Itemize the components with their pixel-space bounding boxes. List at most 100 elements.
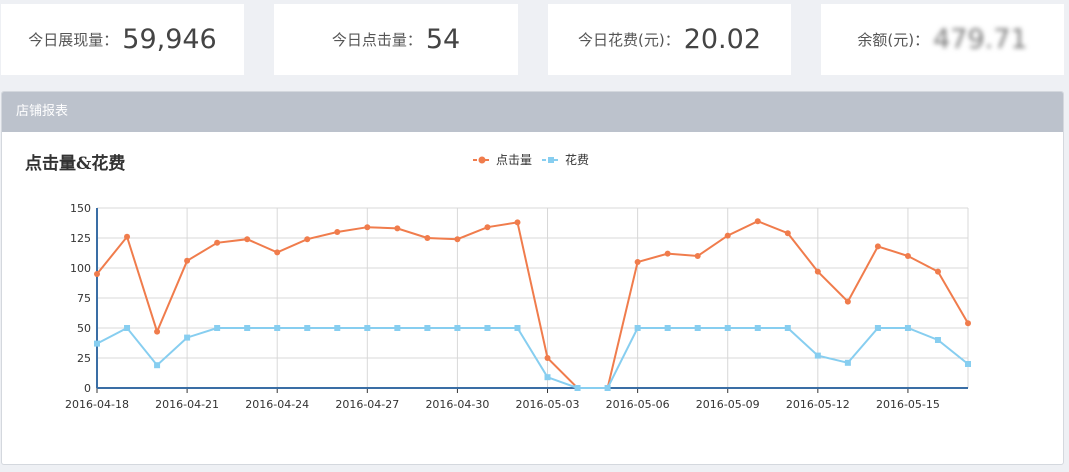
stat-spend: 今日花费(元)： 20.02	[548, 4, 791, 75]
stat-clicks-value: 54	[425, 24, 461, 55]
data-point	[724, 232, 731, 239]
data-point	[904, 325, 911, 331]
data-point	[664, 325, 671, 331]
data-point	[965, 361, 971, 367]
data-point	[754, 325, 761, 331]
stat-balance: 余额(元)： 479.71	[821, 4, 1064, 75]
data-point	[874, 325, 881, 331]
data-point	[424, 325, 431, 331]
x-tick-label: 2016-05-06	[606, 398, 670, 411]
data-point	[184, 334, 191, 341]
data-point	[784, 230, 791, 237]
x-tick-label: 2016-04-27	[335, 398, 399, 411]
stat-clicks-label: 今日点击量：	[331, 31, 422, 49]
data-point	[364, 224, 371, 231]
stat-balance-label: 余额(元)：	[857, 31, 930, 49]
x-tick-label: 2016-05-15	[876, 398, 940, 411]
data-point	[844, 298, 851, 305]
data-point	[754, 218, 761, 225]
data-point	[214, 239, 221, 246]
data-point	[604, 385, 611, 391]
data-point	[154, 328, 161, 335]
legend-item[interactable]: 点击量	[473, 153, 532, 167]
stat-impressions-label: 今日展现量：	[28, 31, 119, 49]
x-tick-label: 2016-05-03	[516, 398, 580, 411]
data-point	[94, 340, 100, 347]
stat-balance-value: 479.71	[933, 24, 1028, 55]
data-point	[484, 325, 491, 331]
x-tick-label: 2016-04-21	[155, 398, 219, 411]
data-point	[394, 225, 401, 232]
data-point	[484, 224, 491, 231]
data-point	[514, 325, 521, 331]
chart-series	[94, 218, 971, 391]
data-point	[694, 253, 701, 259]
x-tick-label: 2016-04-30	[425, 398, 489, 411]
data-point	[244, 236, 251, 243]
data-point	[124, 233, 131, 240]
clicks-spend-chart: 点击量&花费 点击量 花费 0 25 50 75 100 125 150 2016-04-18 2…	[25, 152, 971, 411]
data-point	[514, 219, 521, 226]
data-point	[694, 325, 701, 331]
data-point	[304, 236, 311, 243]
chart-title: 点击量&花费	[25, 153, 125, 174]
stat-impressions-value: 59,946	[122, 24, 217, 55]
data-point	[965, 320, 971, 327]
data-point	[364, 325, 371, 331]
legend-label: 点击量	[496, 153, 532, 167]
data-point	[634, 325, 641, 331]
stat-clicks: 今日点击量： 54	[274, 4, 518, 75]
data-point	[934, 337, 941, 343]
stat-spend-value: 20.02	[683, 24, 761, 55]
panel-title: 店铺报表	[2, 92, 1063, 132]
data-point	[784, 325, 791, 331]
data-point	[724, 325, 731, 331]
data-point	[574, 385, 581, 391]
data-point	[424, 235, 431, 241]
data-point	[844, 359, 851, 366]
data-point	[214, 325, 221, 331]
data-point	[274, 249, 281, 256]
data-point	[874, 243, 881, 250]
data-point	[394, 325, 401, 331]
y-tick-label: 100	[70, 262, 91, 275]
data-point	[274, 325, 281, 331]
data-point	[814, 268, 821, 275]
x-tick-label: 2016-04-24	[245, 398, 309, 411]
data-point	[154, 362, 161, 369]
x-tick-label: 2016-04-18	[65, 398, 129, 411]
data-point	[634, 259, 641, 265]
data-point	[124, 325, 131, 331]
data-point	[904, 253, 911, 259]
stat-impressions: 今日展现量： 59,946	[1, 4, 244, 75]
legend-label: 花费	[565, 152, 589, 167]
data-point	[664, 250, 671, 257]
legend-item[interactable]: 花费	[542, 152, 589, 167]
y-tick-label: 25	[77, 352, 91, 365]
chart-axes: 0 25 50 75 100 125 150 2016-04-18 2016-04-21 2016…	[65, 202, 968, 411]
data-point	[934, 268, 941, 275]
series-line	[96, 220, 969, 389]
y-tick-label: 150	[70, 202, 91, 215]
chart-legend[interactable]: 点击量 花费	[473, 152, 589, 167]
y-tick-label: 75	[77, 292, 91, 305]
data-point	[454, 236, 461, 243]
x-tick-label: 2016-05-09	[696, 398, 760, 411]
shop-report-panel: 店铺报表 点击量&花费 点击量 花费 0 25 50 75 100 125 150 2016-0…	[1, 91, 1064, 465]
data-point	[94, 271, 100, 277]
data-point	[334, 325, 341, 331]
legend-marker	[548, 157, 554, 163]
data-point	[244, 325, 251, 331]
data-point	[454, 325, 461, 331]
data-point	[544, 374, 551, 381]
data-point	[544, 355, 551, 361]
data-point	[304, 325, 311, 331]
x-tick-label: 2016-05-12	[786, 398, 850, 411]
y-tick-label: 0	[84, 382, 91, 395]
data-point	[814, 352, 821, 359]
data-point	[334, 229, 341, 235]
y-tick-label: 125	[70, 232, 91, 245]
stat-spend-label: 今日花费(元)：	[577, 31, 680, 49]
data-point	[184, 257, 191, 264]
legend-marker	[478, 156, 486, 164]
